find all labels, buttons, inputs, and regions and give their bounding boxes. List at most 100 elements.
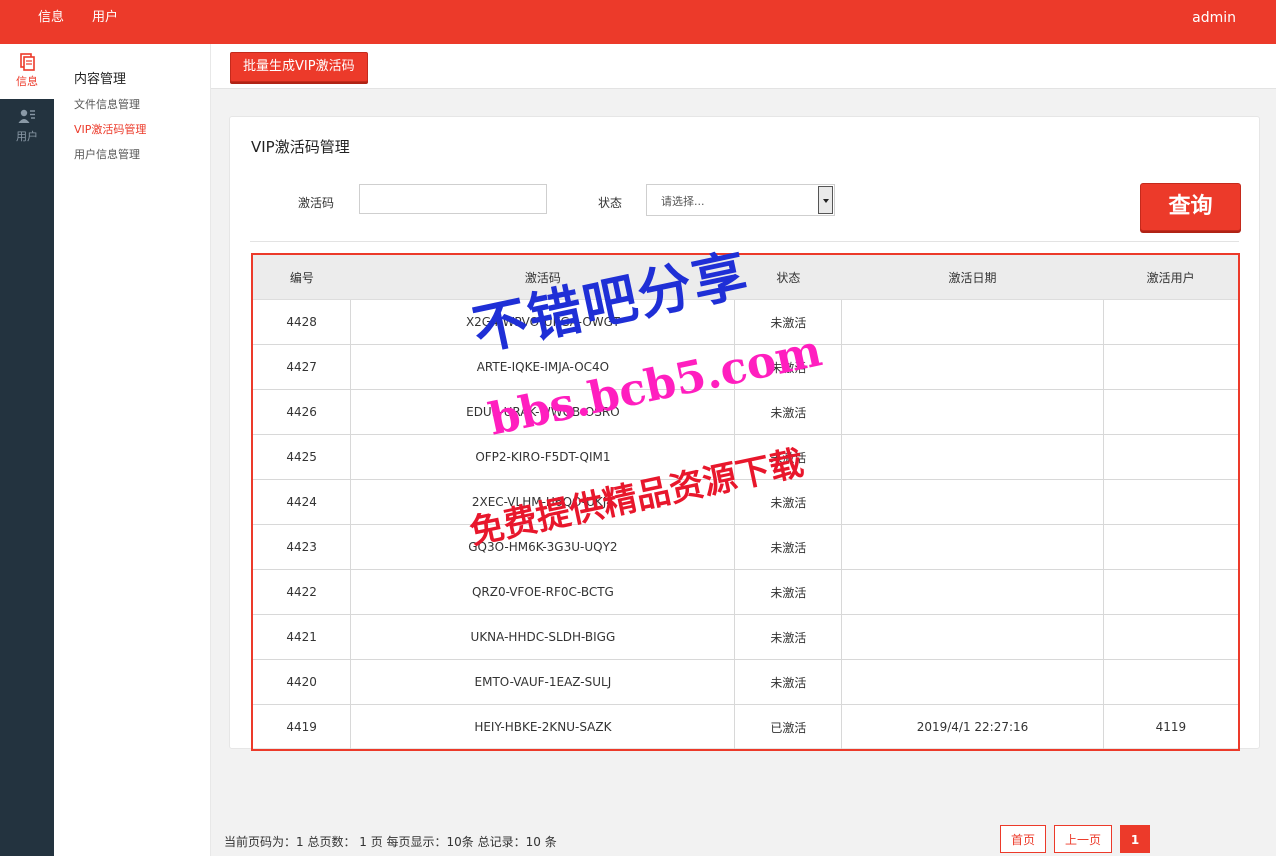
cell-code: QRZ0-VFOE-RF0C-BCTG bbox=[350, 569, 736, 615]
rail-item-info-label: 信息 bbox=[16, 75, 38, 88]
table-row: 4421 UKNA-HHDC-SLDH-BIGG 未激活 bbox=[252, 614, 1239, 660]
chevron-down-icon bbox=[818, 186, 833, 214]
sidebar-title: 内容管理 bbox=[74, 72, 127, 87]
table-row: 4419 HEIY-HBKE-2KNU-SAZK 已激活 2019/4/1 22:27… bbox=[252, 704, 1239, 750]
cell-date bbox=[841, 524, 1104, 570]
cell-id: 4424 bbox=[252, 479, 352, 525]
cell-user bbox=[1103, 614, 1239, 660]
cell-id: 4426 bbox=[252, 389, 352, 435]
top-nav: 信息 用户 bbox=[24, 0, 132, 36]
table-row: 4422 QRZ0-VFOE-RF0C-BCTG 未激活 bbox=[252, 569, 1239, 615]
cell-code: EDUE-URAK-WWGB-OSRO bbox=[350, 389, 736, 435]
cell-id: 4421 bbox=[252, 614, 352, 660]
cell-user bbox=[1103, 659, 1239, 705]
cell-user bbox=[1103, 479, 1239, 525]
table-row: 4428 X2G4-WPVO-UKGA-OWGT 未激活 bbox=[252, 299, 1239, 345]
column-header-user: 激活用户 bbox=[1103, 254, 1239, 300]
cell-status: 未激活 bbox=[734, 434, 843, 480]
cell-status: 已激活 bbox=[734, 704, 843, 750]
top-nav-info[interactable]: 信息 bbox=[38, 0, 64, 36]
cell-code: ARTE-IQKE-IMJA-OC4O bbox=[350, 344, 736, 390]
top-bar: 信息 用户 admin bbox=[0, 0, 1276, 44]
cell-status: 未激活 bbox=[734, 659, 843, 705]
cell-user bbox=[1103, 524, 1239, 570]
table-row: 4427 ARTE-IQKE-IMJA-OC4O 未激活 bbox=[252, 344, 1239, 390]
sidebar-item-vip-codes[interactable]: VIP激活码管理 bbox=[74, 121, 146, 137]
status-select[interactable]: 请选择... bbox=[646, 184, 835, 216]
cell-code: EMTO-VAUF-1EAZ-SULJ bbox=[350, 659, 736, 705]
cell-id: 4427 bbox=[252, 344, 352, 390]
cell-code: X2G4-WPVO-UKGA-OWGT bbox=[350, 299, 736, 345]
column-header-code: 激活码 bbox=[350, 254, 735, 300]
code-filter-label: 激活码 bbox=[298, 196, 335, 210]
pager-summary: 当前页码为：1 总页数： 1 页 每页显示：10条 总记录：10 条 bbox=[224, 835, 557, 849]
cell-id: 4428 bbox=[252, 299, 352, 345]
cell-status: 未激活 bbox=[734, 389, 843, 435]
cell-code: UKNA-HHDC-SLDH-BIGG bbox=[350, 614, 736, 660]
cell-status: 未激活 bbox=[734, 344, 843, 390]
table-row: 4420 EMTO-VAUF-1EAZ-SULJ 未激活 bbox=[252, 659, 1239, 705]
cell-user: 4119 bbox=[1155, 720, 1187, 734]
query-button[interactable]: 查询 bbox=[1140, 183, 1241, 231]
rail-item-user[interactable]: 用户 bbox=[0, 99, 54, 154]
status-select-value: 请选择... bbox=[661, 195, 705, 208]
column-header-status: 状态 bbox=[734, 254, 842, 300]
table-row: 4423 GQ3O-HM6K-3G3U-UQY2 未激活 bbox=[252, 524, 1239, 570]
status-filter-label: 状态 bbox=[598, 196, 623, 210]
sidebar: 内容管理 文件信息管理 VIP激活码管理 用户信息管理 bbox=[54, 44, 211, 856]
table-header-row: 编号 激活码 状态 激活日期 激活用户 bbox=[252, 254, 1239, 300]
table-row: 4424 2XEC-VLHM-H6QO-UKJ4 未激活 bbox=[252, 479, 1239, 525]
cell-status: 未激活 bbox=[734, 299, 843, 345]
page-number-button[interactable]: 1 bbox=[1120, 825, 1150, 853]
cell-date bbox=[841, 344, 1104, 390]
current-user[interactable]: admin bbox=[1192, 0, 1236, 36]
cell-status: 未激活 bbox=[734, 614, 843, 660]
cell-id: 4423 bbox=[252, 524, 352, 570]
column-header-id: 编号 bbox=[252, 254, 351, 300]
cell-id: 4425 bbox=[252, 434, 352, 480]
cell-code: OFP2-KIRO-F5DT-QIM1 bbox=[350, 434, 736, 480]
vip-code-table: 编号 激活码 状态 激活日期 激活用户 4428 X2G4-WPVO-UKGA-O… bbox=[251, 253, 1240, 751]
cell-status: 未激活 bbox=[734, 524, 843, 570]
table-body: 4428 X2G4-WPVO-UKGA-OWGT 未激活 4427 ARTE-IQKE-… bbox=[252, 299, 1239, 750]
cell-code: 2XEC-VLHM-H6QO-UKJ4 bbox=[350, 479, 736, 525]
cell-date: 2019/4/1 22:27:16 bbox=[841, 704, 1104, 750]
cell-user bbox=[1103, 569, 1239, 615]
cell-id: 4419 bbox=[252, 704, 352, 750]
cell-user bbox=[1103, 434, 1239, 480]
user-list-icon bbox=[18, 109, 35, 123]
cell-code: HEIY-HBKE-2KNU-SAZK bbox=[350, 704, 736, 750]
cell-user bbox=[1103, 389, 1239, 435]
toolbar: 批量生成VIP激活码 bbox=[211, 44, 1276, 89]
cell-date bbox=[841, 479, 1104, 525]
cell-date bbox=[841, 614, 1104, 660]
rail-item-user-label: 用户 bbox=[16, 130, 38, 143]
table-row: 4425 OFP2-KIRO-F5DT-QIM1 未激活 bbox=[252, 434, 1239, 480]
document-icon bbox=[20, 53, 35, 71]
sidebar-item-files[interactable]: 文件信息管理 bbox=[74, 96, 140, 112]
vip-code-panel: VIP激活码管理 激活码 状态 请选择... 查询 编号 激活码 状态 激活日期… bbox=[229, 116, 1260, 751]
left-rail: 信息 用户 bbox=[0, 44, 54, 856]
cell-id: 4420 bbox=[252, 659, 352, 705]
cell-date bbox=[841, 569, 1104, 615]
top-nav-user[interactable]: 用户 bbox=[92, 0, 118, 36]
table-row: 4426 EDUE-URAK-WWGB-OSRO 未激活 bbox=[252, 389, 1239, 435]
cell-status: 未激活 bbox=[734, 479, 843, 525]
cell-date bbox=[841, 659, 1104, 705]
generate-vip-codes-button[interactable]: 批量生成VIP激活码 bbox=[230, 52, 368, 82]
divider bbox=[250, 241, 1239, 242]
cell-date bbox=[841, 299, 1104, 345]
cell-date bbox=[841, 434, 1104, 480]
prev-page-button[interactable]: 上一页 bbox=[1054, 825, 1112, 853]
cell-id: 4422 bbox=[252, 569, 352, 615]
cell-user bbox=[1103, 344, 1239, 390]
cell-code: GQ3O-HM6K-3G3U-UQY2 bbox=[350, 524, 736, 570]
column-header-date: 激活日期 bbox=[841, 254, 1104, 300]
sidebar-item-users[interactable]: 用户信息管理 bbox=[74, 146, 140, 162]
rail-item-info[interactable]: 信息 bbox=[0, 44, 54, 99]
first-page-button[interactable]: 首页 bbox=[1000, 825, 1046, 853]
cell-status: 未激活 bbox=[734, 569, 843, 615]
cell-user bbox=[1103, 299, 1239, 345]
page-title: VIP激活码管理 bbox=[251, 138, 350, 156]
code-search-input[interactable] bbox=[359, 184, 547, 214]
